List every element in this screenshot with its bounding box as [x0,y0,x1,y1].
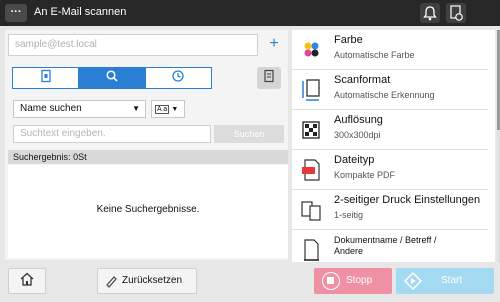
duplex-icon [300,198,322,222]
tab-history[interactable] [146,68,211,88]
resolution-icon [300,118,322,142]
bottom-bar: Zurücksetzen Stopp Start [0,264,500,300]
setting-color[interactable]: Farbe Automatische Farbe [292,30,488,70]
aa-label: A a [155,105,170,114]
empty-results-message: Keine Suchergebnisse. [8,165,288,258]
tab-search[interactable] [79,68,146,88]
email-field[interactable]: sample@test.local [8,34,258,56]
search-mode-value: Name suchen [20,103,82,114]
setting-document-name[interactable]: Dokumentname / Betreff / Andere [292,230,488,262]
add-destination-button[interactable]: + [263,34,285,56]
address-panel: sample@test.local + Name suchen ▼ A a ▼ [5,30,288,260]
setting-value: 300x300dpi [334,130,381,140]
start-button[interactable]: Start [396,268,494,294]
top-bar: ··· An E-Mail scannen [0,0,500,26]
setting-label: Dateityp [334,154,375,166]
setting-label: Farbe [334,34,363,46]
setting-value: Andere [334,246,364,256]
reset-label: Zurücksetzen [122,275,183,286]
setting-label: 2-seitiger Druck Einstellungen [334,194,481,206]
setting-file-type[interactable]: Dateityp Kompakte PDF [292,150,488,190]
start-label: Start [441,275,463,286]
setting-scan-size[interactable]: Scanformat Automatische Erkennung [292,70,488,110]
results-header: Suchergebnis: 0St [8,150,288,164]
search-icon [105,69,119,88]
chevron-down-icon: ▼ [171,106,179,113]
home-icon [19,271,35,292]
start-icon [403,271,423,291]
search-input[interactable]: Suchtext eingeben. [13,125,211,143]
setting-resolution[interactable]: Auflösung 300x300dpi [292,110,488,150]
home-button[interactable] [8,268,46,294]
job-status-icon[interactable] [446,3,466,23]
results-count: 0St [73,152,87,162]
setting-label: Dokumentname / Betreff / [334,235,437,245]
setting-label: Scanformat [334,74,391,86]
eraser-icon [104,274,118,288]
search-button[interactable]: Suchen [214,125,284,143]
menu-button[interactable]: ··· [5,4,27,22]
pdf-file-icon [300,158,322,182]
page-title: An E-Mail scannen [34,6,127,18]
color-icon [300,38,322,62]
reset-button[interactable]: Zurücksetzen [97,268,197,294]
search-mode-dropdown[interactable]: Name suchen ▼ [13,100,146,118]
character-case-button[interactable]: A a ▼ [151,100,185,118]
address-list-icon [262,69,276,88]
setting-value: 1-seitig [334,210,364,220]
results-label: Suchergebnis: [13,152,71,162]
setting-value: Automatische Farbe [334,50,415,60]
stop-icon [322,272,340,290]
setting-value: Kompakte PDF [334,170,396,180]
address-book-icon [39,69,53,88]
address-tabs [12,67,212,89]
setting-value: Automatische Erkennung [334,90,435,100]
setting-label: Auflösung [334,114,383,126]
history-clock-icon [171,69,185,88]
stop-button[interactable]: Stopp [314,268,392,294]
settings-panel: Farbe Automatische Farbe Scanformat Auto… [292,30,495,262]
document-name-icon [300,238,322,262]
bell-icon[interactable] [420,3,440,23]
chevron-down-icon: ▼ [132,104,140,113]
scan-size-icon [300,78,322,102]
stop-label: Stopp [346,275,373,286]
setting-duplex[interactable]: 2-seitiger Druck Einstellungen 1-seitig [292,190,488,230]
address-list-button[interactable] [257,67,281,89]
tab-address-book[interactable] [13,68,80,88]
